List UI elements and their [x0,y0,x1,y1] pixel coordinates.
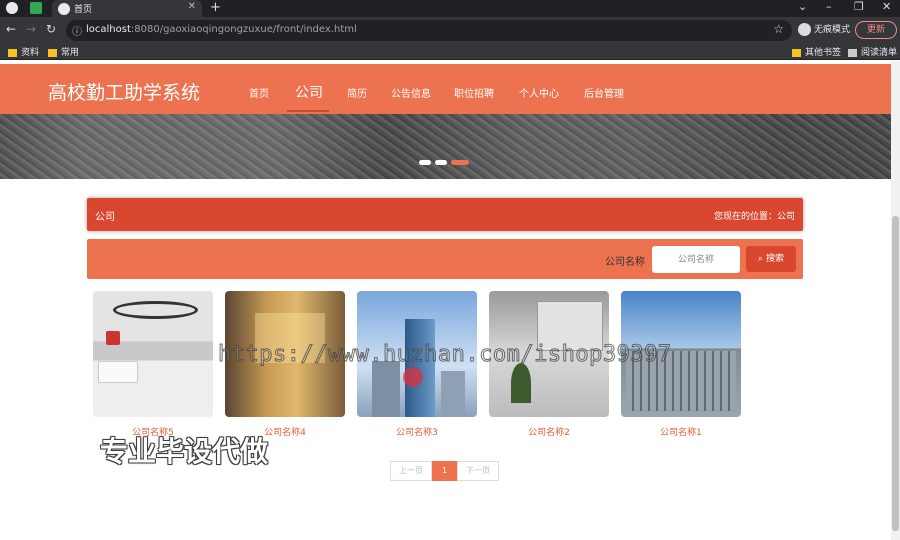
tab-home[interactable]: 首页 ✕ [52,0,202,17]
reading-list[interactable]: 阅读清单 [848,45,897,58]
info-icon[interactable]: ⓘ [72,23,82,38]
folder-icon [48,48,57,57]
incognito-indicator[interactable]: 无痕模式 [798,22,850,36]
search-panel: 公司名称 ⌕ 搜索 [87,239,803,279]
url-bar[interactable]: ⓘ localhost:8080/gaoxiaoqingongzuxue/fro… [66,20,792,41]
company-name[interactable]: 公司名称3 [357,425,477,438]
page-number-current[interactable]: 1 [432,461,457,481]
other-bookmarks[interactable]: 其他书签 [792,45,841,58]
globe-icon [58,3,70,15]
tab-title: 首页 [74,5,93,15]
company-name[interactable]: 公司名称1 [621,425,741,438]
bookmarks-bar: 资料 常用 其他书签 阅读清单 [0,44,900,60]
company-name-input[interactable] [652,246,740,273]
bookmark-star-icon[interactable]: ☆ [773,22,784,36]
nav-resume[interactable]: 简历 [347,85,367,100]
carousel-dot-active[interactable] [451,160,469,165]
bookmark-folder[interactable]: 常用 [48,45,79,58]
nav-admin[interactable]: 后台管理 [584,85,624,100]
folder-icon [792,48,801,57]
chrome-icon[interactable] [6,2,18,14]
new-tab-button[interactable]: + [210,0,221,15]
reading-list-icon [848,48,857,57]
window-close-icon[interactable]: ✕ [882,0,891,13]
sheet-tab-icon[interactable] [30,2,42,14]
banner-carousel[interactable] [0,114,891,179]
bookmark-folder[interactable]: 资料 [8,45,39,58]
search-icon: ⌕ [758,254,764,264]
url-text: localhost:8080/gaoxiaoqingongzuxue/front… [86,24,357,35]
ad-overlay-text: 专业毕设代做 [100,435,269,468]
nav-home[interactable]: 首页 [249,85,269,100]
next-page-button[interactable]: 下一页 [457,461,499,481]
carousel-dot[interactable] [435,160,447,165]
folder-icon [8,48,17,57]
site-brand[interactable]: 高校勤工助学系统 [48,78,200,105]
tab-search-icon[interactable]: ⌄ [798,0,807,13]
site-header: 高校勤工助学系统 首页 公司 简历 公告信息 职位招聘 个人中心 后台管理 [0,64,891,114]
search-button[interactable]: ⌕ 搜索 [746,246,796,272]
incognito-icon [798,23,811,36]
company-image[interactable] [93,291,213,417]
scrollbar-thumb[interactable] [892,216,899,531]
current-location: 您现在的位置：公司 [713,212,795,222]
watermark-text: https://www.huzhan.com/ishop39397 [218,342,672,368]
company-card[interactable]: 公司名称5 [93,291,213,438]
address-bar-row: ← → ↻ ⓘ localhost:8080/gaoxiaoqingongzux… [0,17,900,44]
forward-icon[interactable]: → [26,22,36,36]
active-nav-indicator [287,110,329,112]
mouse-cursor-highlight [403,367,423,387]
page-title: 公司 [95,212,115,223]
prev-page-button[interactable]: 上一页 [390,461,432,481]
company-name[interactable]: 公司名称2 [489,425,609,438]
reload-icon[interactable]: ↻ [46,22,56,36]
restore-icon[interactable]: ❐ [854,0,864,13]
nav-company[interactable]: 公司 [295,82,323,102]
nav-jobs[interactable]: 职位招聘 [454,85,494,100]
browser-tab-strip: 首页 ✕ + ⌄ – ❐ ✕ [0,0,900,17]
nav-personal-center[interactable]: 个人中心 [519,85,559,100]
update-button[interactable]: 更新 [855,21,897,39]
page-scrollbar[interactable] [891,61,900,540]
breadcrumb: 公司 您现在的位置：公司 [87,198,803,231]
search-label: 公司名称 [605,257,645,268]
nav-notices[interactable]: 公告信息 [391,85,431,100]
minimize-icon[interactable]: – [826,0,832,13]
back-icon[interactable]: ← [6,22,16,36]
close-icon[interactable]: ✕ [188,1,196,12]
carousel-dot[interactable] [419,160,431,165]
